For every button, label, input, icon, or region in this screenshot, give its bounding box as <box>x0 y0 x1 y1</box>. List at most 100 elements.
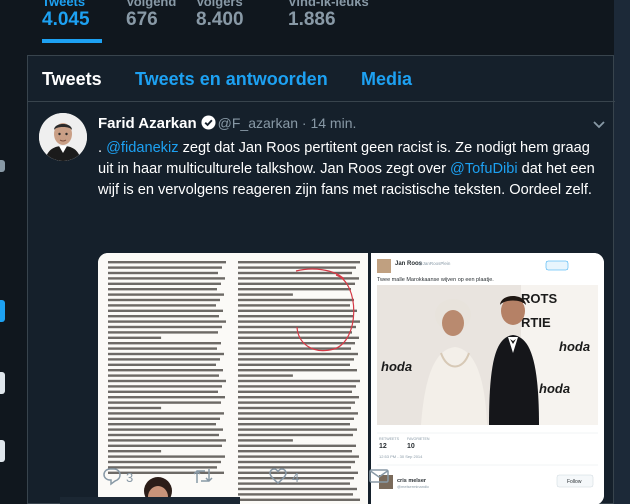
embedded-tweet-time: 12:53 PM - 30 Sep 2014 <box>379 454 423 459</box>
newspaper-text-line <box>238 261 360 264</box>
chevron-down-icon[interactable] <box>592 117 606 131</box>
newspaper-text-line <box>108 396 225 399</box>
like-count: 4 <box>292 470 300 485</box>
heart-icon <box>269 468 287 484</box>
newspaper-text-line <box>108 385 222 388</box>
newspaper-text-line <box>108 412 224 415</box>
mention-link[interactable]: @fidanekiz <box>106 140 178 156</box>
stat-value: 4.045 <box>42 9 90 30</box>
tab-tweets-and-replies[interactable]: Tweets en antwoorden <box>135 69 328 90</box>
newspaper-text-line <box>108 390 218 393</box>
embedded-favs-count: 10 <box>407 443 415 450</box>
newspaper-text-line <box>238 439 293 442</box>
newspaper-text-line <box>238 331 352 334</box>
embedded-tweet-text: Twee malle Marokkaanse wijven op een pla… <box>377 277 494 283</box>
tweet-text: . @fidanekiz zegt dat Jan Roos pertitent… <box>98 138 606 201</box>
newspaper-text-line <box>238 363 350 366</box>
newspaper-text-line <box>108 293 224 296</box>
newspaper-text-line <box>238 352 358 356</box>
stat-following[interactable]: Volgend 676 <box>126 0 196 44</box>
embedded-author-handle: @JanRoosPlein <box>418 261 451 266</box>
avatar[interactable] <box>39 113 87 161</box>
tweet[interactable]: Farid Azarkan @F_azarkan · 14 min. . @fid… <box>28 103 615 504</box>
newspaper-text-line <box>108 298 220 302</box>
embedded-retweets-count: 12 <box>379 443 387 450</box>
newspaper-text-line <box>238 455 359 458</box>
embedded-favs-label: FAVORIETEN <box>407 437 430 441</box>
backdrop-sign-text: hoda <box>559 339 590 354</box>
newspaper-text-line <box>238 423 350 426</box>
like-button[interactable]: 4 <box>268 466 318 486</box>
mention-link[interactable]: @TofuDibi <box>450 161 518 177</box>
tweet-header: Farid Azarkan @F_azarkan · 14 min. <box>98 115 356 132</box>
reply-button[interactable]: 3 <box>102 466 152 486</box>
stat-tweets[interactable]: Tweets 4.045 <box>42 0 112 44</box>
newspaper-text-line <box>108 277 225 280</box>
newspaper-text-line <box>108 444 222 447</box>
newspaper-text-line <box>238 282 355 285</box>
newspaper-text-line <box>238 428 357 431</box>
newspaper-text-line <box>238 444 356 447</box>
stat-label: Tweets <box>42 0 86 9</box>
newspaper-text-line <box>108 325 222 329</box>
backdrop-sign-text: hoda <box>539 381 570 396</box>
newspaper-text-line <box>238 266 356 269</box>
left-edge-marker <box>0 300 5 322</box>
tweet-text-segment: . <box>98 140 107 156</box>
newspaper-text-line <box>238 369 357 372</box>
tab-tweets[interactable]: Tweets <box>42 69 102 90</box>
newspaper-text-line <box>108 460 221 464</box>
newspaper-text-line <box>108 369 223 372</box>
backdrop-sign-text: hoda <box>381 359 412 374</box>
newspaper-text-line <box>108 282 221 285</box>
left-edge-marker <box>0 160 5 172</box>
newspaper-text-line <box>108 455 225 458</box>
stat-likes[interactable]: Vind-ik-leuks 1.886 <box>288 0 388 44</box>
right-column-edge <box>614 0 630 504</box>
author-handle[interactable]: @F_azarkan <box>218 115 298 131</box>
envelope-icon <box>369 469 389 483</box>
active-stat-underline <box>42 39 102 43</box>
newspaper-text-line <box>108 342 221 345</box>
newspaper-text-line <box>108 428 223 431</box>
newspaper-text-line <box>108 417 220 420</box>
newspaper-text-line <box>238 309 357 312</box>
stat-label: Vind-ik-leuks <box>288 0 369 9</box>
newspaper-text-line <box>108 406 162 410</box>
tab-media[interactable]: Media <box>361 69 412 90</box>
newspaper-text-line <box>108 336 162 339</box>
newspaper-text-line <box>108 266 222 269</box>
newspaper-text-line <box>238 336 359 339</box>
newspaper-text-line <box>238 293 293 296</box>
stat-value: 8.400 <box>196 9 244 30</box>
reply-icon <box>103 468 121 486</box>
retweet-button[interactable] <box>192 466 242 486</box>
newspaper-text-line <box>238 315 353 318</box>
newspaper-text-line <box>108 261 226 264</box>
stat-label: Volgend <box>126 0 177 9</box>
newspaper-text-line <box>108 331 218 334</box>
newspaper-text-line <box>238 460 355 464</box>
newspaper-text-line <box>108 315 219 318</box>
newspaper-text-line <box>108 288 217 291</box>
newspaper-text-line <box>238 342 355 345</box>
stat-followers[interactable]: Volgers 8.400 <box>196 0 276 44</box>
backdrop-sign-text: ROTS <box>521 291 557 306</box>
newspaper-text-line <box>108 363 216 366</box>
newspaper-text-line <box>108 309 223 312</box>
left-edge-marker <box>0 440 5 462</box>
newspaper-text-line <box>108 423 216 426</box>
newspaper-text-line <box>108 347 217 350</box>
newspaper-text-line <box>238 358 354 361</box>
stat-label: Volgers <box>196 0 243 9</box>
author-name[interactable]: Farid Azarkan <box>98 115 197 132</box>
newspaper-text-line <box>238 433 353 437</box>
newspaper-text-line <box>238 390 352 393</box>
newspaper-text-line <box>108 450 162 453</box>
newspaper-text-line <box>238 304 350 307</box>
newspaper-text-line <box>108 379 226 383</box>
newspaper-text-line <box>108 320 226 323</box>
profile-stats-bar: Tweets 4.045 Volgend 676 Volgers 8.400 V… <box>0 0 630 50</box>
direct-message-button[interactable] <box>368 466 392 486</box>
tweet-timestamp[interactable]: 14 min. <box>310 115 356 131</box>
